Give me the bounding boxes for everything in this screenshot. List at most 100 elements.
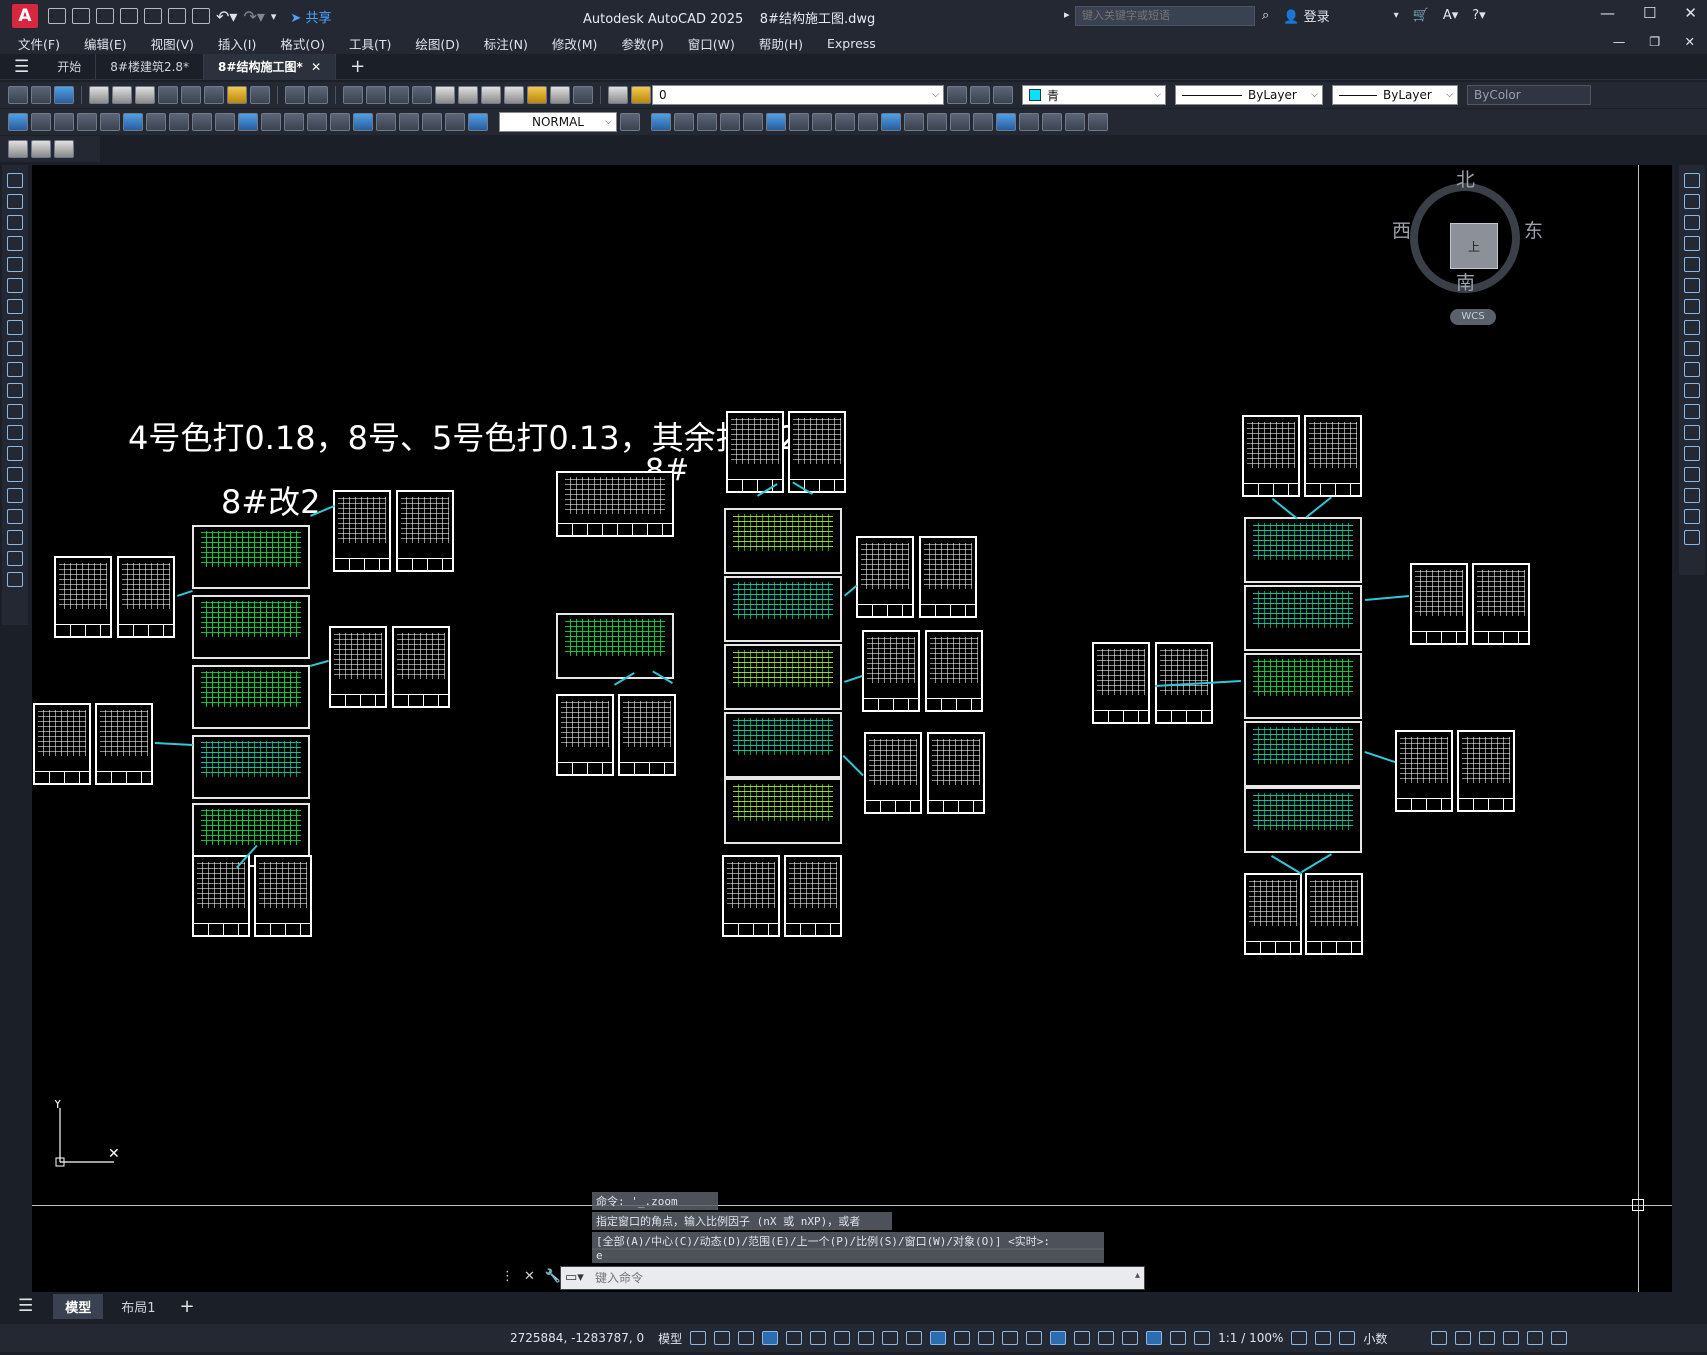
menu-item[interactable]: 视图(V) <box>151 34 194 53</box>
undo-icon[interactable]: ↶▾ <box>216 7 237 26</box>
drawing-sheet[interactable] <box>192 735 310 799</box>
dropdown-icon[interactable]: ▾ <box>1394 10 1399 21</box>
viewcube-top-face[interactable]: 上 <box>1450 223 1498 269</box>
doc-restore-icon[interactable]: ❐ <box>1649 34 1660 49</box>
gizmo-icon[interactable] <box>1122 1331 1139 1345</box>
drawing-sheet[interactable] <box>1244 517 1362 583</box>
tool-palettes-icon[interactable] <box>481 86 501 104</box>
save-icon[interactable] <box>54 86 74 104</box>
command-close-icon[interactable]: ✕ <box>524 1269 535 1284</box>
customization-icon[interactable] <box>1551 1331 1568 1345</box>
compass-east[interactable]: 东 <box>1524 216 1543 243</box>
snap-icon[interactable] <box>714 1331 731 1345</box>
shell-icon[interactable] <box>1088 113 1108 131</box>
calculator-icon[interactable] <box>550 86 570 104</box>
sweep-icon[interactable] <box>858 113 878 131</box>
dim-update-icon[interactable] <box>445 113 465 131</box>
open-icon[interactable] <box>31 86 51 104</box>
new-file-icon[interactable] <box>48 8 66 24</box>
share-button[interactable]: ➤ 共享 <box>290 7 331 26</box>
linear-dim-icon[interactable] <box>8 113 28 131</box>
make-block-icon[interactable] <box>7 425 23 440</box>
close-icon[interactable]: ✕ <box>1684 4 1697 22</box>
drawing-sheet[interactable] <box>919 536 977 618</box>
lock-ui-icon[interactable] <box>1455 1331 1472 1345</box>
drawing-sheet[interactable] <box>1395 730 1453 812</box>
drawing-sheet[interactable] <box>333 490 391 572</box>
redo-icon[interactable] <box>308 86 328 104</box>
scale-icon[interactable] <box>1684 320 1700 335</box>
cut-icon[interactable] <box>158 86 178 104</box>
polar-menu-icon[interactable] <box>858 1331 875 1345</box>
drawing-sheet[interactable] <box>784 855 842 937</box>
menu-item[interactable]: 绘图(D) <box>415 34 459 53</box>
drawing-sheet[interactable] <box>1305 873 1363 955</box>
menu-item[interactable]: 文件(F) <box>18 34 60 53</box>
group-icon[interactable] <box>54 140 74 158</box>
command-customize-icon[interactable]: 🔧 <box>545 1269 561 1284</box>
inspect-icon[interactable] <box>353 113 373 131</box>
continue-dim-icon[interactable] <box>238 113 258 131</box>
command-grip-icon[interactable]: ⋮ <box>501 1269 514 1284</box>
extend-icon[interactable] <box>1684 383 1700 398</box>
new-icon[interactable] <box>8 86 28 104</box>
center-mark-icon[interactable] <box>330 113 350 131</box>
zoom-window-icon[interactable] <box>389 86 409 104</box>
snap-menu-icon[interactable] <box>738 1331 755 1345</box>
drawing-sheet[interactable] <box>1092 642 1150 724</box>
lineweight-dropdown[interactable]: ByLayer <box>1332 85 1458 105</box>
drawing-sheet[interactable] <box>724 576 842 642</box>
minimize-icon[interactable]: — <box>1600 4 1615 22</box>
infer-constraints-icon[interactable] <box>762 1331 779 1345</box>
tab-layout1[interactable]: 布局1 <box>109 1294 167 1319</box>
preview-icon[interactable] <box>112 86 132 104</box>
dimstyle-manager-icon[interactable] <box>620 113 640 131</box>
quick-dim-icon[interactable] <box>192 113 212 131</box>
model-space-toggle[interactable]: 模型 <box>658 1330 682 1347</box>
drawing-sheet[interactable] <box>1472 563 1530 645</box>
osnap-menu-icon[interactable] <box>954 1331 971 1345</box>
arc-icon[interactable] <box>7 278 23 293</box>
drawing-sheet[interactable] <box>329 626 387 708</box>
region-icon[interactable] <box>7 509 23 524</box>
revolve-icon[interactable] <box>835 113 855 131</box>
dynamic-input-icon[interactable] <box>786 1331 803 1345</box>
tolerance-icon[interactable] <box>307 113 327 131</box>
redo-icon[interactable]: ↷▾ <box>243 7 264 26</box>
table-icon[interactable] <box>7 530 23 545</box>
help-icon[interactable]: ?▾ <box>1472 8 1485 23</box>
intersect-icon[interactable] <box>950 113 970 131</box>
save-web-icon[interactable] <box>168 8 186 24</box>
drawing-sheet[interactable] <box>1242 415 1300 497</box>
arc-length-icon[interactable] <box>54 113 74 131</box>
drawing-sheet[interactable] <box>33 703 91 785</box>
menu-item[interactable]: 修改(M) <box>552 34 598 53</box>
lineweight-icon[interactable] <box>978 1331 995 1345</box>
command-input[interactable] <box>595 1271 1115 1285</box>
wedge-icon[interactable] <box>674 113 694 131</box>
drawing-sheet[interactable] <box>556 471 674 537</box>
publish-icon[interactable] <box>135 86 155 104</box>
menu-item[interactable]: 编辑(E) <box>84 34 127 53</box>
selection-cycling-icon[interactable] <box>1026 1331 1043 1345</box>
layout-icon[interactable] <box>31 140 51 158</box>
layer-on-icon[interactable] <box>631 86 651 104</box>
app-menu-button[interactable]: A <box>12 4 38 28</box>
drawing-sheet[interactable] <box>724 778 842 844</box>
doc-minimize-icon[interactable]: — <box>1613 34 1626 49</box>
help-icon[interactable] <box>573 86 593 104</box>
selection-filter-icon[interactable] <box>1098 1331 1115 1345</box>
annotation-scale-value[interactable]: 1:1 / 100% <box>1218 1331 1283 1345</box>
pyramid-icon[interactable] <box>789 113 809 131</box>
layer-previous-icon[interactable] <box>970 86 990 104</box>
diameter-dim-icon[interactable] <box>146 113 166 131</box>
jogged-dim-icon[interactable] <box>123 113 143 131</box>
polar-icon[interactable] <box>834 1331 851 1345</box>
block-editor-icon[interactable] <box>250 86 270 104</box>
menu-item[interactable]: 参数(P) <box>621 34 663 53</box>
transparency-icon[interactable] <box>1002 1331 1019 1345</box>
color-dropdown[interactable]: 青 <box>1022 85 1166 105</box>
drawing-sheet[interactable] <box>1244 653 1362 719</box>
search-input[interactable] <box>1075 6 1255 26</box>
break-icon[interactable] <box>1684 425 1700 440</box>
